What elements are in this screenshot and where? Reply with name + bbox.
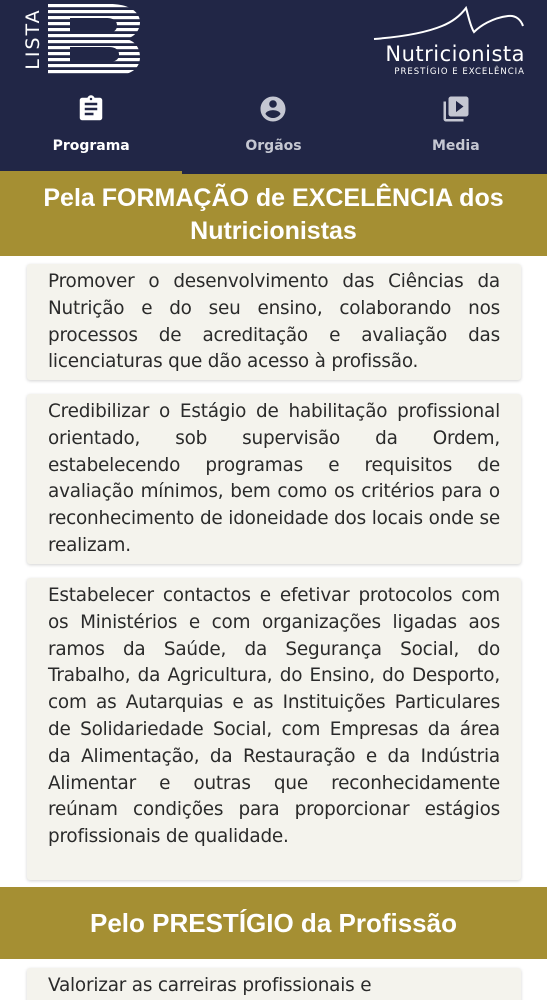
- program-item-card: Valorizar as carreiras profissionais e: [27, 968, 521, 1000]
- section-title-prestigio: Pelo PRESTÍGIO da Profissão: [0, 887, 547, 959]
- tab-orgaos[interactable]: Orgãos: [182, 86, 364, 174]
- tab-media-label: Media: [431, 138, 480, 154]
- clipboard-icon: [79, 95, 103, 121]
- tab-programa-label: Programa: [52, 138, 130, 154]
- nutricionista-wordmark: Nutricionista: [385, 42, 525, 66]
- lista-vertical-text: LISTA: [22, 8, 44, 70]
- tab-media[interactable]: Media: [365, 86, 547, 174]
- program-item-card: Credibilizar o Estágio de habilitação pr…: [27, 394, 521, 564]
- nutricionista-tagline: PRESTÍGIO E EXCELÊNCIA: [394, 67, 525, 77]
- section-title-formacao: Pela FORMAÇÃO de EXCELÊNCIA dos Nutricio…: [0, 174, 547, 256]
- tab-bar: Programa Orgãos Media: [0, 86, 547, 174]
- tab-orgaos-label: Orgãos: [245, 138, 302, 154]
- swoosh-icon: [373, 6, 524, 40]
- letter-b-logo-icon: [48, 4, 140, 74]
- nutricionista-logo: Nutricionista PRESTÍGIO E EXCELÊNCIA: [370, 6, 525, 78]
- lista-b-logo: LISTA: [22, 4, 142, 78]
- account-circle-icon: [260, 96, 286, 122]
- video-library-icon: [443, 96, 469, 122]
- app-header: LISTA Nutricionista PRESTÍGIO E EXCELÊNC…: [0, 0, 547, 174]
- tab-programa[interactable]: Programa: [0, 86, 183, 174]
- program-item-card: Estabelecer contactos e efetivar protoco…: [27, 578, 521, 880]
- program-item-card: Promover o desenvolvimento das Ciências …: [27, 264, 521, 380]
